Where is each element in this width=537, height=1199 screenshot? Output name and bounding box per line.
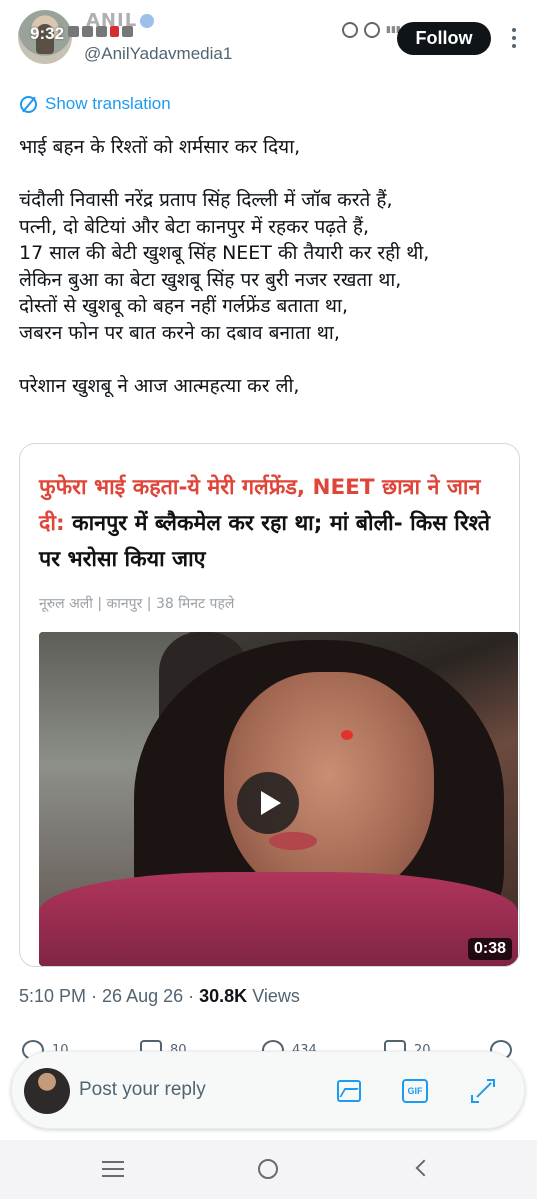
tweet-line: पत्नी, दो बेटियां और बेटा कानपुर में रहक… [19,215,369,238]
tweet-line: भाई बहन के रिश्तों को शर्मसार कर दिया, [19,136,301,158]
tweet-date: 26 Aug 26 [102,986,184,1006]
show-translation-label: Show translation [45,94,171,113]
tweet-line: चंदौली निवासी नरेंद्र प्रताप सिंह दिल्ली… [19,189,393,211]
notification-icon [122,26,133,37]
status-time: 9:32 [30,24,65,43]
user-avatar [24,1068,70,1114]
follow-button[interactable]: Follow [397,22,491,55]
reply-composer[interactable]: Post your reply GIF [11,1051,525,1129]
gif-icon[interactable]: GIF [402,1079,428,1103]
separator: · [183,986,200,1006]
views-label: Views [247,986,300,1006]
data-saver-icon [342,22,358,38]
link-preview-card[interactable]: फुफेरा भाई कहता-ये मेरी गर्लफ्रेंड, NEET… [19,443,520,967]
menu-icon[interactable] [102,1161,124,1177]
notification-icons [68,26,133,37]
show-translation-link[interactable]: Show translation [20,94,171,114]
tweet-line: दोस्तों से खुशबू को बहन नहीं गर्लफ्रेंड … [19,295,349,317]
system-status-icons: ▮▮▮ [342,22,401,38]
system-nav-bar [0,1140,537,1199]
expand-icon[interactable] [470,1078,496,1104]
video-duration: 0:38 [467,938,512,960]
image-icon[interactable] [337,1080,361,1102]
card-headline: फुफेरा भाई कहता-ये मेरी गर्लफ्रेंड, NEET… [39,470,509,578]
reply-input[interactable]: Post your reply [79,1079,206,1101]
verified-badge-icon [140,14,154,28]
tweet-text: भाई बहन के रिश्तों को शर्मसार कर दिया, च… [19,134,524,399]
notification-icon [96,26,107,37]
back-icon[interactable] [415,1159,433,1177]
separator: · [86,986,103,1006]
tweet-line: परेशान खुशबू ने आज आत्महत्या कर ली, [19,374,300,397]
notification-icon [82,26,93,37]
home-icon[interactable] [258,1159,278,1179]
video-thumbnail[interactable]: 0:38 [39,632,518,966]
notification-icon [68,26,79,37]
tweet-timestamp: 5:10 PM · 26 Aug 26 · 30.8K Views [19,986,300,1007]
notification-icon [110,26,119,37]
more-options-icon[interactable] [506,28,522,48]
globe-icon [20,95,37,113]
card-meta: नूरुल अली | कानपुर | 38 मिनट पहले [39,596,235,612]
tweet-header: ANIL 9:32 @AnilYadavmedia1 ▮▮▮ Follow [0,0,537,80]
play-icon[interactable] [237,772,299,834]
view-count: 30.8K [199,986,248,1006]
tweet-line: लेकिन बुआ का बेटा खुशबू सिंह पर बुरी नजर… [19,268,402,291]
author-handle[interactable]: @AnilYadavmedia1 [84,44,232,64]
tweet-time: 5:10 PM [19,986,87,1006]
call-icon [364,22,380,38]
tweet-line: जबरन फोन पर बात करने का दबाव बनाता था, [19,321,340,344]
card-headline-black: कानपुर में ब्लैकमेल कर रहा था; मां बोली-… [39,511,491,572]
tweet-line: 17 साल की बेटी खुशबू सिंह NEET की तैयारी… [19,242,430,264]
